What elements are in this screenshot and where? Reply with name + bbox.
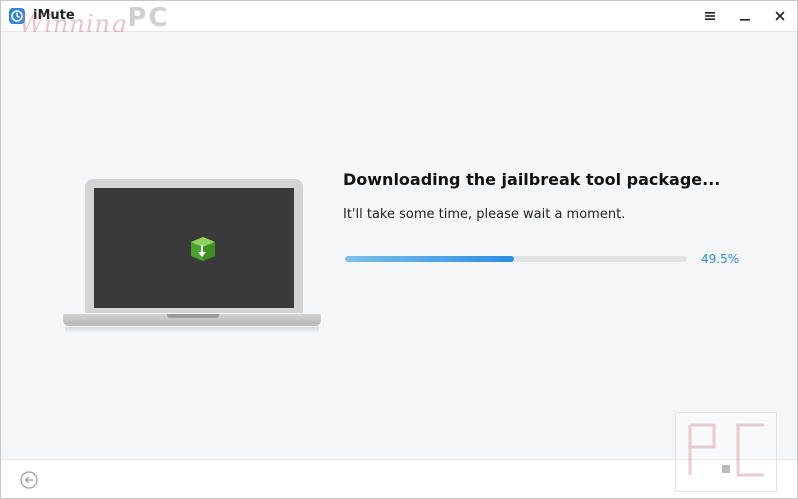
- menu-button[interactable]: [698, 6, 722, 26]
- laptop-screen: [85, 179, 303, 313]
- title-bar: iMute WinningPC: [1, 1, 797, 38]
- laptop-illustration: [63, 177, 323, 347]
- download-package-icon: [188, 234, 218, 264]
- minimize-button[interactable]: [733, 6, 757, 26]
- progress-fill: [345, 256, 515, 262]
- pc-watermark-logo: [675, 412, 777, 492]
- back-button[interactable]: [20, 471, 38, 489]
- laptop-shadow: [65, 327, 319, 333]
- download-progress-bar: [345, 256, 687, 262]
- main-content: Downloading the jailbreak tool package..…: [1, 32, 797, 460]
- download-heading: Downloading the jailbreak tool package..…: [343, 170, 721, 189]
- back-arrow-icon: [20, 471, 38, 489]
- app-window: iMute WinningPC Downloading the jailbrea…: [0, 0, 798, 499]
- watermark-letters: PC: [127, 3, 170, 33]
- close-icon: [775, 11, 785, 21]
- laptop-display: [94, 188, 294, 308]
- laptop-notch: [167, 314, 219, 318]
- progress-percentage: 49.5%: [701, 252, 740, 266]
- menu-icon: [705, 12, 715, 20]
- watermark-logo: WinningPC: [19, 3, 170, 38]
- download-subtext: It'll take some time, please wait a mome…: [343, 207, 626, 222]
- minimize-icon: [740, 19, 750, 21]
- close-button[interactable]: [768, 6, 792, 26]
